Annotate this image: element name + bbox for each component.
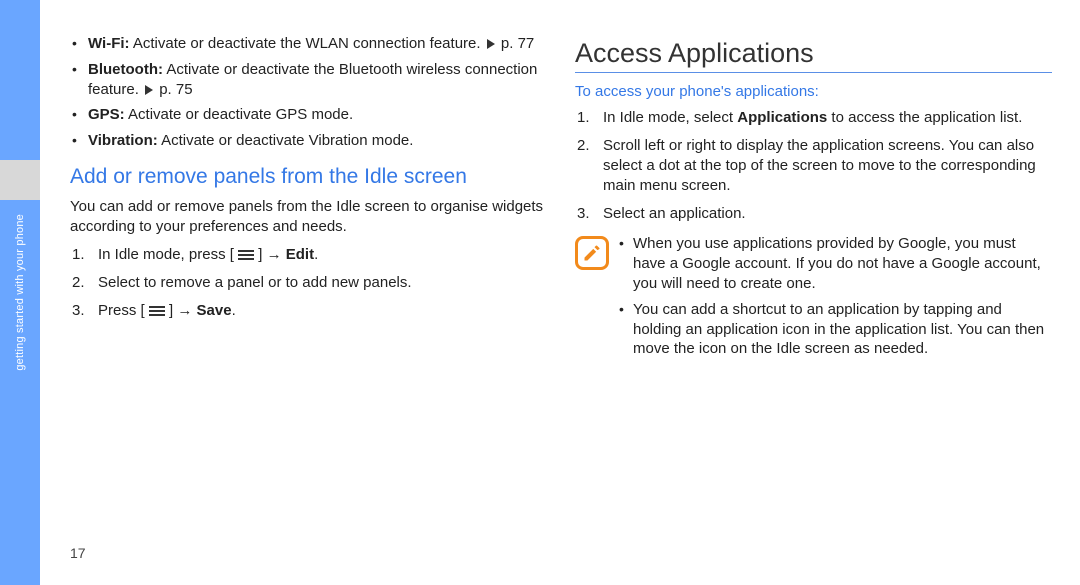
bullet-text: Activate or deactivate GPS mode. [125, 106, 353, 123]
note-bullet-list: When you use applications provided by Go… [619, 234, 1052, 359]
step-text: Select an application. [603, 205, 746, 222]
step-text: In Idle mode, press [ [98, 246, 238, 263]
note-bullet-1: When you use applications provided by Go… [619, 234, 1052, 293]
step-1: In Idle mode, press [ ] → Edit. [70, 245, 547, 265]
step-text: Press [ [98, 302, 149, 319]
note-text: When you use applications provided by Go… [633, 235, 1041, 292]
bullet-bold: Wi-Fi: [88, 35, 130, 52]
side-tab-label: getting started with your phone [14, 214, 26, 371]
step-bold: Save [197, 302, 232, 319]
section-heading-add-remove: Add or remove panels from the Idle scree… [70, 165, 547, 189]
steps-list-right: In Idle mode, select Applications to acc… [575, 108, 1052, 224]
step-text: Scroll left or right to display the appl… [603, 137, 1036, 194]
step-3: Select an application. [575, 204, 1052, 224]
triangle-icon [487, 39, 495, 49]
step-2: Scroll left or right to display the appl… [575, 136, 1052, 196]
bullet-wifi: Wi-Fi: Activate or deactivate the WLAN c… [70, 34, 547, 54]
step-text: to access the application list. [827, 109, 1022, 126]
page-number: 17 [70, 545, 86, 561]
left-column: Wi-Fi: Activate or deactivate the WLAN c… [70, 34, 547, 557]
step-2: Select to remove a panel or to add new p… [70, 273, 547, 293]
step-text: ] → [254, 246, 286, 263]
note-box: When you use applications provided by Go… [575, 234, 1052, 365]
bullet-bluetooth: Bluetooth: Activate or deactivate the Bl… [70, 60, 547, 100]
note-body: When you use applications provided by Go… [619, 234, 1052, 365]
step-text: . [314, 246, 318, 263]
feature-bullet-list: Wi-Fi: Activate or deactivate the WLAN c… [70, 34, 547, 151]
menu-icon [238, 249, 254, 261]
note-text: You can add a shortcut to an application… [633, 301, 1044, 358]
step-1: In Idle mode, select Applications to acc… [575, 108, 1052, 128]
triangle-icon [145, 85, 153, 95]
subheading: To access your phone's applications: [575, 83, 1052, 100]
bullet-bold: GPS: [88, 106, 125, 123]
content-columns: Wi-Fi: Activate or deactivate the WLAN c… [70, 34, 1052, 557]
step-text: ] → [165, 302, 197, 319]
step-text: to add new panels. [286, 274, 412, 291]
bullet-ref: p. 75 [155, 81, 193, 98]
section-paragraph: You can add or remove panels from the Id… [70, 197, 547, 237]
bullet-vibration: Vibration: Activate or deactivate Vibrat… [70, 131, 547, 151]
step-text: Select [98, 274, 144, 291]
step-text: . [232, 302, 236, 319]
bullet-ref: p. 77 [497, 35, 535, 52]
pencil-note-icon [582, 243, 602, 263]
bullet-text: Activate or deactivate the WLAN connecti… [130, 35, 485, 52]
right-column: Access Applications To access your phone… [575, 34, 1052, 557]
step-bold: Applications [737, 109, 827, 126]
step-text: to remove a panel or [144, 274, 286, 291]
note-bullet-2: You can add a shortcut to an application… [619, 300, 1052, 359]
page-title: Access Applications [575, 38, 1052, 73]
bullet-text: Activate or deactivate Vibration mode. [158, 132, 414, 149]
step-text: In Idle mode, select [603, 109, 737, 126]
bullet-gps: GPS: Activate or deactivate GPS mode. [70, 105, 547, 125]
side-tab-label-wrap: getting started with your phone [0, 0, 40, 585]
step-3: Press [ ] → Save. [70, 301, 547, 321]
bullet-bold: Bluetooth: [88, 61, 163, 78]
note-icon [575, 236, 609, 270]
menu-icon [149, 305, 165, 317]
steps-list-left: In Idle mode, press [ ] → Edit. Select t… [70, 245, 547, 321]
manual-page: getting started with your phone Wi-Fi: A… [0, 0, 1080, 585]
step-bold: Edit [286, 246, 314, 263]
bullet-bold: Vibration: [88, 132, 158, 149]
